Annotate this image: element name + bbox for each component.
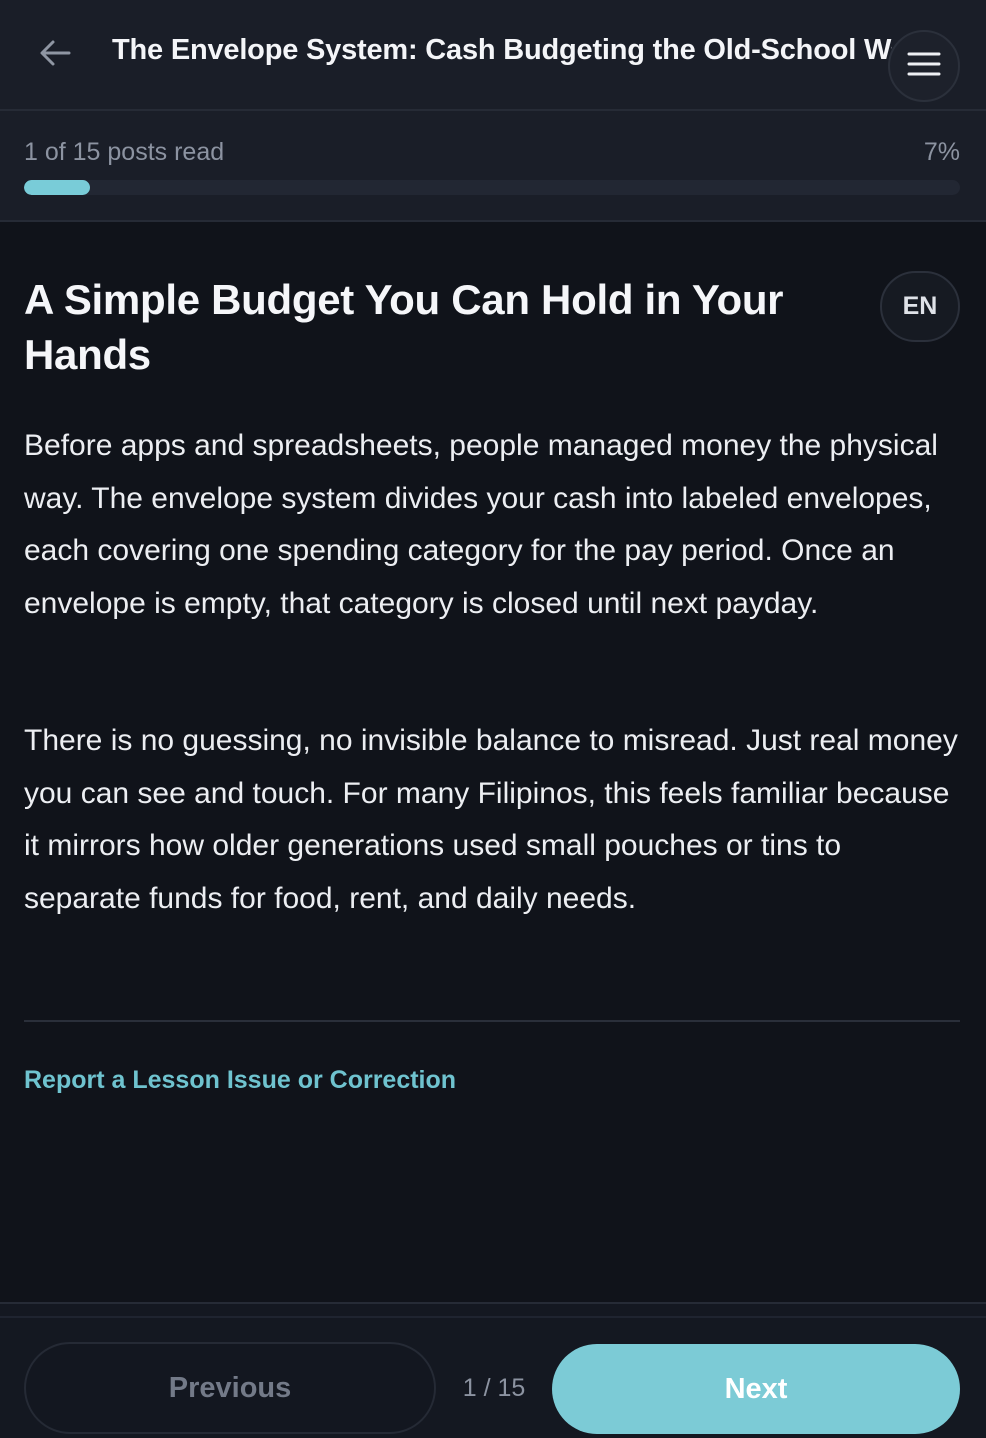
article-paragraph: Before apps and spreadsheets, people man… <box>24 429 938 620</box>
previous-button[interactable]: Previous <box>24 1342 436 1434</box>
reading-progress: 1 of 15 posts read 7% <box>0 111 986 222</box>
page-indicator: 1 / 15 <box>462 1374 526 1402</box>
back-button[interactable] <box>30 30 80 80</box>
arrow-left-icon <box>39 39 71 72</box>
footer-divider <box>0 1316 986 1318</box>
article-title: A Simple Budget You Can Hold in Your Han… <box>24 276 784 378</box>
top-bar: The Envelope System: Cash Budgeting the … <box>0 0 986 111</box>
lesson-page: The Envelope System: Cash Budgeting the … <box>0 0 986 1438</box>
progress-track <box>24 180 960 195</box>
article-paragraph: There is no guessing, no invisible balan… <box>24 724 958 915</box>
progress-label: 1 of 15 posts read <box>24 138 225 166</box>
menu-button[interactable] <box>888 30 960 102</box>
progress-percent: 7% <box>923 138 960 166</box>
report-issue-link[interactable]: Report a Lesson Issue or Correction <box>24 1066 456 1095</box>
course-title: The Envelope System: Cash Budgeting the … <box>112 34 892 66</box>
hamburger-menu-icon <box>907 51 941 82</box>
language-toggle[interactable]: EN <box>880 271 960 342</box>
lesson-navigation: Previous 1 / 15 Next <box>0 1302 986 1438</box>
progress-fill <box>24 180 90 195</box>
divider <box>24 1020 960 1022</box>
next-button[interactable]: Next <box>552 1344 960 1434</box>
